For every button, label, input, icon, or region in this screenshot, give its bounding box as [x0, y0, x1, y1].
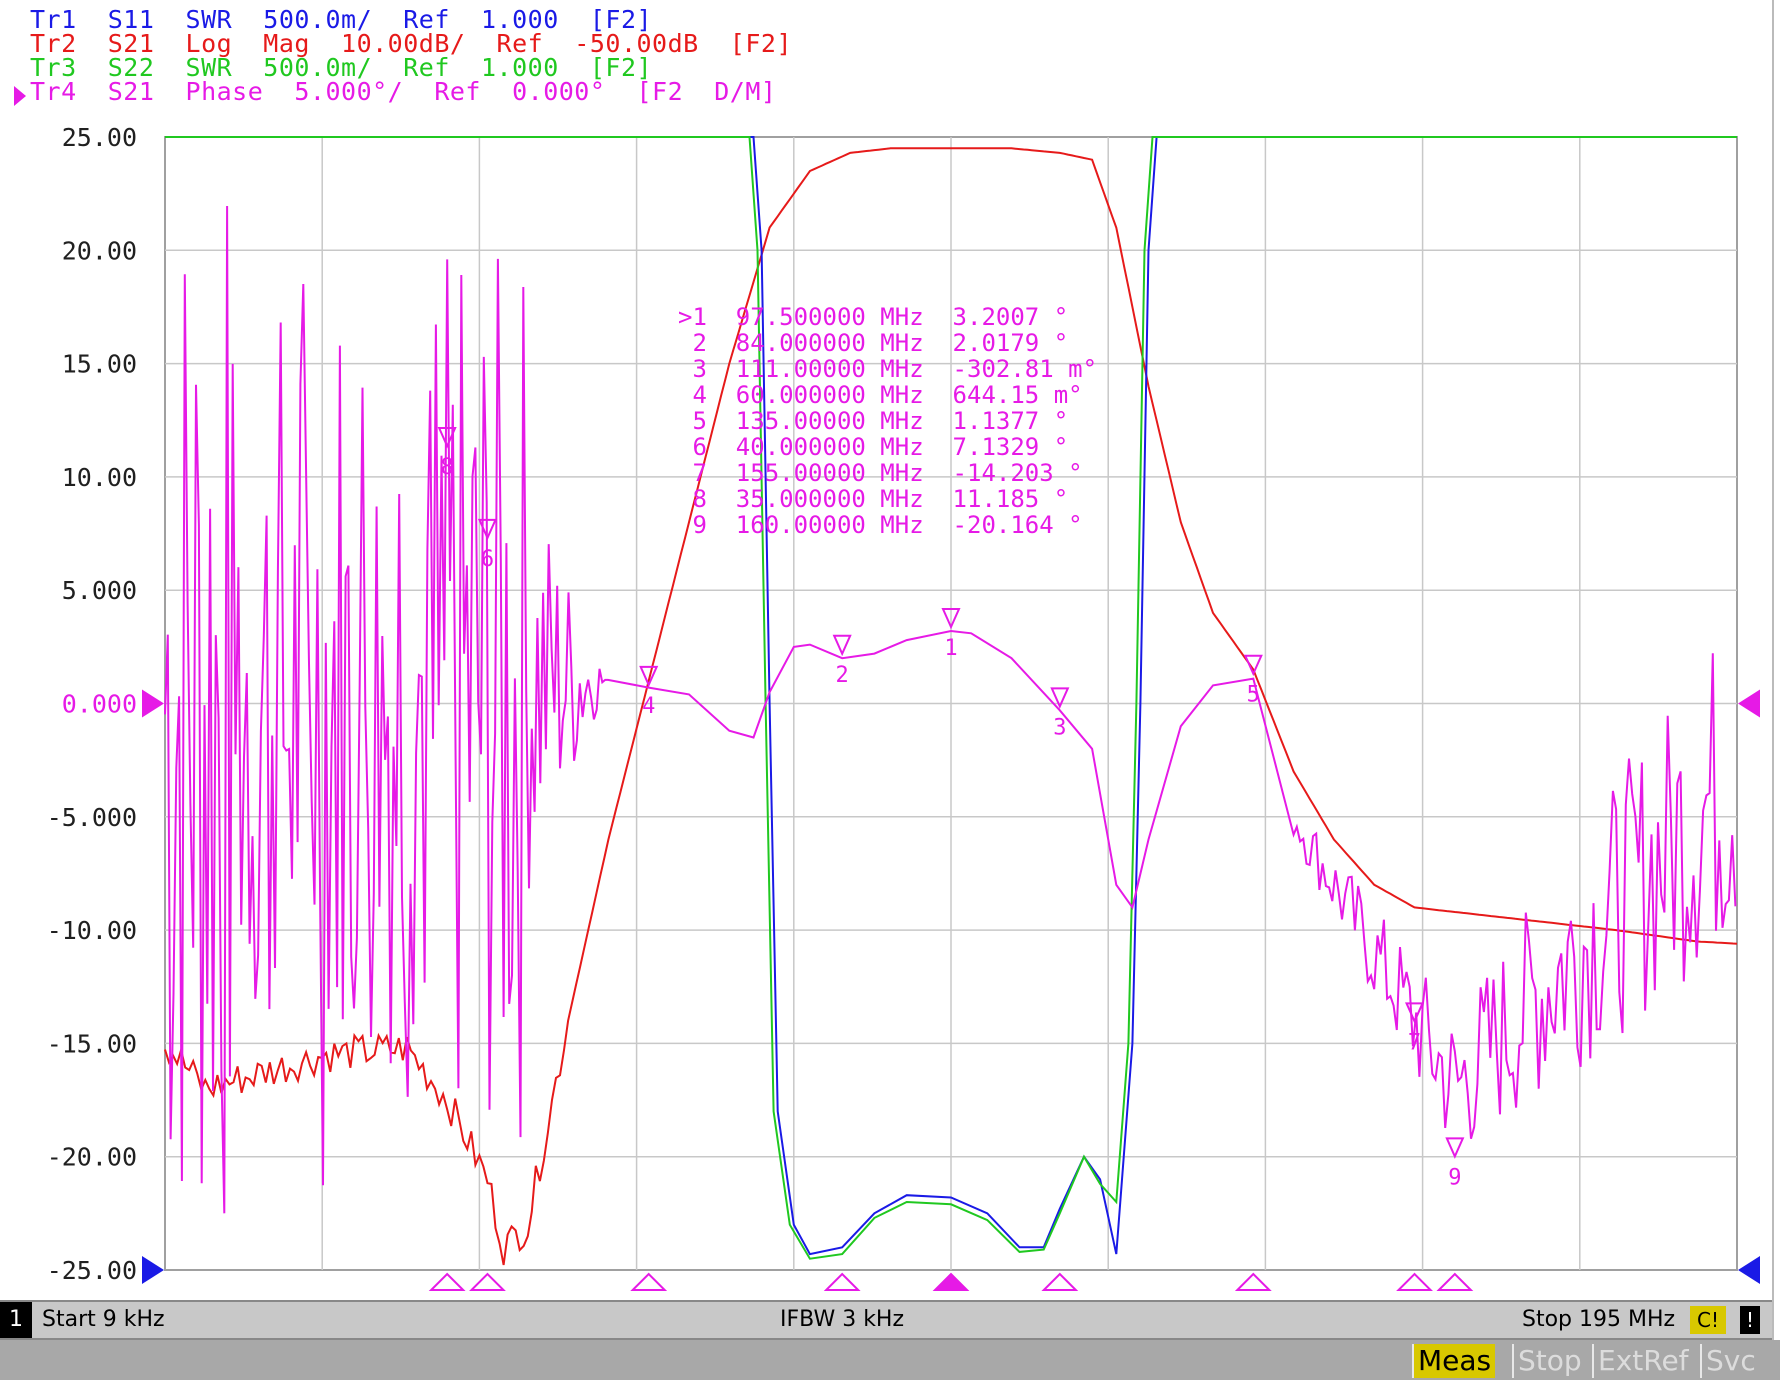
- marker-table-value: 3.2007 °: [952, 303, 1069, 331]
- y-tick-label: -25.00: [47, 1256, 137, 1285]
- y-tick-label: 20.00: [62, 236, 137, 265]
- start-frequency[interactable]: Start 9 kHz: [42, 1307, 165, 1332]
- marker-8-label: 8: [441, 455, 454, 480]
- softkey-stop[interactable]: Stop: [1512, 1344, 1586, 1378]
- softkey-extref[interactable]: ExtRef: [1592, 1344, 1693, 1378]
- marker-table-value: -20.164 °: [952, 511, 1083, 539]
- marker-2-label: 2: [836, 663, 849, 688]
- marker-table-id: 8: [678, 485, 736, 513]
- marker-table-value: 644.15 m°: [952, 381, 1083, 409]
- marker-table-frequency: 111.00000 MHz: [735, 355, 953, 383]
- marker-table-id: 5: [678, 407, 736, 435]
- marker-table-id: 6: [678, 433, 736, 461]
- marker-1-label: 1: [944, 636, 957, 661]
- marker-table-row: 8 35.000000 MHz 11.185 °: [678, 486, 1097, 512]
- marker-table-row: 6 40.000000 MHz 7.1329 °: [678, 434, 1097, 460]
- marker-table-row: 3 111.00000 MHz -302.81 m°: [678, 356, 1097, 382]
- y-tick-label: -20.00: [47, 1143, 137, 1172]
- y-tick-label: -15.00: [47, 1029, 137, 1058]
- softkey-meas[interactable]: Meas: [1412, 1344, 1496, 1378]
- marker-table-id: 9: [678, 511, 736, 539]
- analyzer-screen: 25.00 20.00 15.00 10.00 5.000 0.000 -5.000 -10.…: [0, 0, 1780, 1380]
- marker-5-label: 5: [1247, 683, 1260, 708]
- marker-table: >1 97.500000 MHz 3.2007 ° 2 84.000000 MH…: [678, 304, 1097, 538]
- marker-table-id: 7: [678, 459, 736, 487]
- y-tick-label: 25.00: [62, 123, 137, 152]
- marker-table-frequency: 84.000000 MHz: [735, 329, 953, 357]
- marker-table-row: 5 135.00000 MHz 1.1377 °: [678, 408, 1097, 434]
- marker-table-row: 4 60.000000 MHz 644.15 m°: [678, 382, 1097, 408]
- channel-number[interactable]: 1: [0, 1302, 32, 1338]
- marker-table-frequency: 155.00000 MHz: [735, 459, 953, 487]
- marker-table-id: >1: [678, 303, 736, 331]
- marker-table-row: >1 97.500000 MHz 3.2007 °: [678, 304, 1097, 330]
- marker-table-row: 9 160.00000 MHz -20.164 °: [678, 512, 1097, 538]
- marker-table-value: 11.185 °: [952, 485, 1069, 513]
- marker-table-frequency: 160.00000 MHz: [735, 511, 953, 539]
- marker-table-value: -14.203 °: [952, 459, 1083, 487]
- marker-6-label: 6: [481, 547, 494, 572]
- y-tick-label: 10.00: [62, 463, 137, 492]
- calibration-status-badge[interactable]: C!: [1690, 1306, 1726, 1334]
- softkey-bar: Meas Stop ExtRef Svc: [0, 1340, 1780, 1380]
- marker-table-frequency: 135.00000 MHz: [735, 407, 953, 435]
- marker-table-id: 2: [678, 329, 736, 357]
- marker-table-row: 7 155.00000 MHz -14.203 °: [678, 460, 1097, 486]
- marker-table-value: 2.0179 °: [952, 329, 1069, 357]
- marker-table-value: -302.81 m°: [952, 355, 1098, 383]
- status-bar: 1 Start 9 kHz IFBW 3 kHz Stop 195 MHz C!…: [0, 1300, 1772, 1340]
- y-tick-label: 15.00: [62, 350, 137, 379]
- window-right-edge: [1772, 0, 1780, 1340]
- marker-table-value: 7.1329 °: [952, 433, 1069, 461]
- y-tick-label: -5.000: [47, 803, 137, 832]
- softkey-svc[interactable]: Svc: [1700, 1344, 1760, 1378]
- marker-table-id: 4: [678, 381, 736, 409]
- marker-9-label: 9: [1448, 1165, 1461, 1190]
- marker-table-id: 3: [678, 355, 736, 383]
- marker-4-label: 4: [642, 694, 655, 719]
- y-tick-label: 5.000: [62, 576, 137, 605]
- y-tick-label: -10.00: [47, 916, 137, 945]
- marker-table-frequency: 97.500000 MHz: [735, 303, 953, 331]
- marker-table-frequency: 35.000000 MHz: [735, 485, 953, 513]
- stop-frequency[interactable]: Stop 195 MHz: [1522, 1307, 1675, 1332]
- trace-header-tr4[interactable]: Tr4 S21 Phase 5.000°/ Ref 0.000° [F2 D/M…: [30, 79, 776, 104]
- marker-table-row: 2 84.000000 MHz 2.0179 °: [678, 330, 1097, 356]
- marker-3-label: 3: [1053, 715, 1066, 740]
- marker-table-value: 1.1377 °: [952, 407, 1069, 435]
- ifbw-label[interactable]: IFBW 3 kHz: [780, 1307, 904, 1332]
- marker-7-label: 7: [1408, 1030, 1421, 1055]
- warning-badge: !: [1740, 1306, 1760, 1334]
- marker-table-frequency: 60.000000 MHz: [735, 381, 953, 409]
- active-trace-indicator-icon: [14, 86, 26, 106]
- plot-area[interactable]: 25.00 20.00 15.00 10.00 5.000 0.000 -5.000 -10.…: [0, 0, 1772, 1300]
- marker-table-frequency: 40.000000 MHz: [735, 433, 953, 461]
- y-tick-label: 0.000: [62, 690, 137, 719]
